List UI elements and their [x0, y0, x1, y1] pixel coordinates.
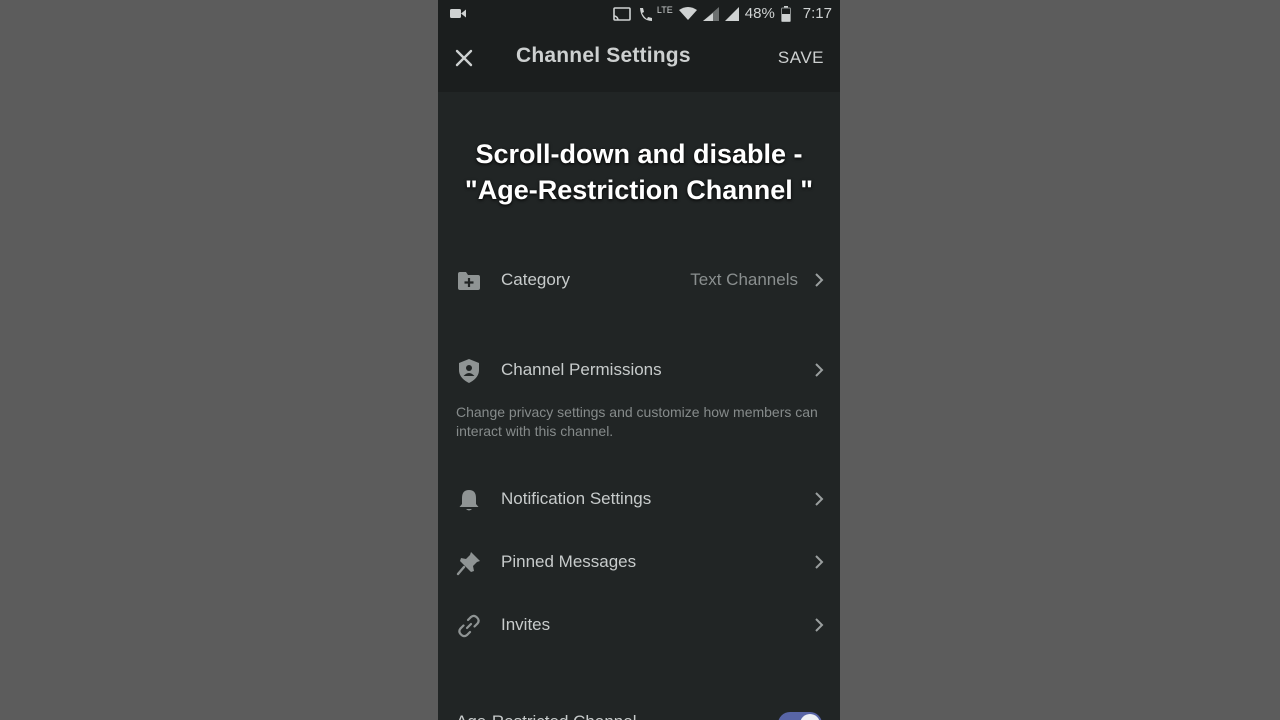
status-bar: LTE 48% 7:17 [438, 0, 840, 28]
lte-label: LTE [656, 4, 673, 15]
close-icon[interactable] [452, 46, 476, 70]
age-restricted-toggle[interactable] [778, 712, 822, 720]
clock: 7:17 [802, 5, 832, 22]
caption-line-1: Scroll-down and disable - [475, 139, 803, 169]
pinned-messages-label: Pinned Messages [501, 552, 637, 571]
save-button[interactable]: SAVE [778, 48, 824, 68]
shield-user-icon [459, 359, 479, 383]
wifi-calling-icon [639, 7, 652, 21]
notification-settings-label: Notification Settings [501, 489, 652, 508]
invites-row[interactable]: Invites [438, 605, 840, 645]
battery-icon [780, 5, 791, 22]
toggle-knob [800, 714, 820, 720]
cast-icon [613, 6, 631, 21]
link-icon [458, 614, 480, 638]
category-value: Text Channels [690, 270, 798, 289]
top-app-bar: Channel Settings SAVE [438, 28, 840, 92]
chevron-right-icon [815, 618, 824, 632]
pin-icon [456, 552, 480, 576]
caption-overlay: Scroll-down and disable - "Age-Restricti… [438, 136, 840, 208]
signal-icon-2 [724, 6, 739, 21]
folder-plus-icon [458, 272, 480, 290]
notification-settings-row[interactable]: Notification Settings [438, 479, 840, 519]
video-camera-icon [450, 9, 466, 18]
channel-permissions-row[interactable]: Channel Permissions [438, 350, 840, 390]
page-title: Channel Settings [516, 44, 691, 67]
pinned-messages-row[interactable]: Pinned Messages [438, 542, 840, 582]
bell-icon [459, 490, 479, 511]
chevron-right-icon [815, 492, 824, 506]
channel-permissions-label: Channel Permissions [501, 360, 662, 379]
wifi-icon [678, 6, 697, 20]
signal-icon-1 [702, 6, 719, 21]
status-icons: LTE 48% 7:17 [613, 5, 832, 22]
caption-line-2: "Age-Restriction Channel " [464, 175, 814, 205]
category-label: Category [501, 270, 570, 289]
phone-screen: LTE 48% 7:17 Channel Settings SAVE Scrol… [438, 0, 840, 720]
age-restricted-channel-row[interactable]: Age-Restricted Channel [438, 700, 840, 720]
category-row[interactable]: Category Text Channels [438, 260, 840, 300]
chevron-right-icon [815, 555, 824, 569]
channel-permissions-description: Change privacy settings and customize ho… [456, 404, 818, 439]
invites-label: Invites [501, 615, 551, 634]
chevron-right-icon [815, 273, 824, 287]
battery-percent: 48% [744, 5, 775, 22]
chevron-right-icon [815, 363, 824, 377]
age-restricted-channel-label: Age-Restricted Channel [456, 712, 636, 720]
